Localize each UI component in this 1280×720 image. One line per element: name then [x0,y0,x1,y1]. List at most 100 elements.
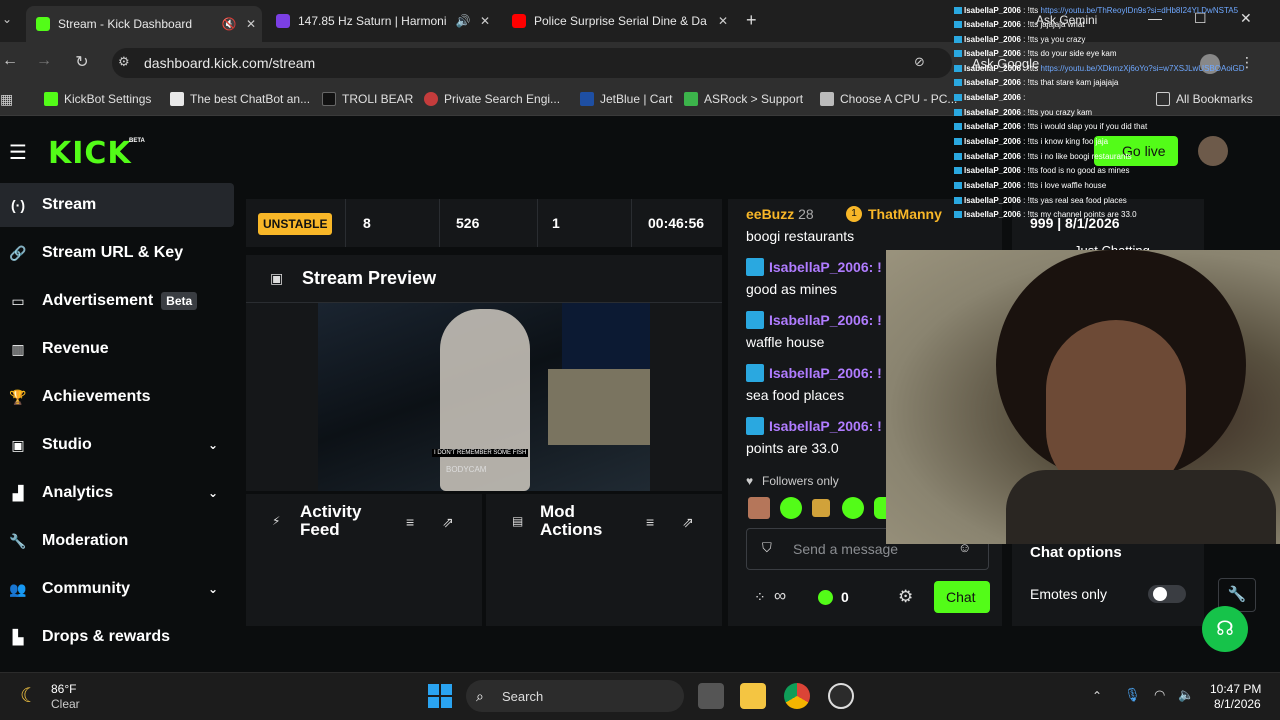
chat-username[interactable]: IsabellaP_2006: ! [746,417,882,435]
bookmark-kickbot[interactable]: KickBot Settings [44,92,151,106]
close-icon[interactable]: ✕ [712,14,734,28]
support-headset-icon[interactable]: ☊ [1202,606,1248,652]
clock-date: 8/1/2026 [1214,697,1261,711]
tab-saturn[interactable]: 147.85 Hz Saturn | Harmoni 🔊 ✕ [266,6,496,36]
ask-gemini-button[interactable]: Ask Gemini [1036,13,1097,27]
clock-time[interactable]: 10:47 PM [1210,682,1261,696]
weather-temp[interactable]: 86°F [51,682,76,696]
chevron-down-icon[interactable]: ⌄ [208,486,218,500]
logo-beta-badge: BETA [129,138,145,144]
chat-message-text: sea food places [746,387,845,403]
sidebar-item-stream[interactable]: (·) Stream [0,183,234,227]
tab-kick-dashboard[interactable]: Stream - Kick Dashboard 🔇 ✕ [26,6,262,42]
close-icon[interactable]: ✕ [474,14,496,28]
twitch-badge-icon [954,138,962,146]
kick-logo[interactable]: KICK [48,136,132,171]
top-user-2[interactable]: ThatManny [868,206,942,222]
chevron-up-icon[interactable]: ⌃ [1092,689,1102,703]
forward-icon[interactable]: → [34,52,54,70]
reload-icon[interactable]: ↻ [72,52,92,72]
speaker-icon[interactable]: 🔊 [452,14,474,28]
twitch-badge-icon [954,109,962,117]
new-tab-icon[interactable]: + [746,10,757,31]
emote-icon[interactable] [780,497,802,519]
settings-gear-icon[interactable]: ⚙ [898,587,913,607]
filter-icon[interactable]: ≡ [406,514,414,530]
popout-icon[interactable]: ⇗ [442,514,454,531]
stat-viewers: 8 [346,199,440,247]
sidebar-item-stream-url-key[interactable]: 🔗 Stream URL & Key [0,231,234,275]
wifi-icon[interactable]: ◠ [1154,687,1165,703]
analytics-icon: ▟ [12,484,24,501]
windows-start-icon[interactable] [428,684,452,708]
bookmark-chatbot[interactable]: The best ChatBot an... [170,92,310,106]
chat-username[interactable]: IsabellaP_2006: ! [746,364,882,382]
url-text[interactable]: dashboard.kick.com/stream [144,55,315,71]
emote-icon[interactable] [842,497,864,519]
sidebar-item-moderation[interactable]: 🔧 Moderation [0,519,234,563]
sidebar-item-achievements[interactable]: 🏆 Achievements [0,375,234,419]
tab-police[interactable]: Police Surprise Serial Dine & Da ✕ [502,6,734,36]
overlay-chat-line: IsabellaP_2006 : !tts you crazy kam [954,108,1092,117]
overlay-chat-line: IsabellaP_2006 : !tts yas real sea food … [954,196,1127,205]
overlay-chat-line: IsabellaP_2006 : !tts ya you crazy [954,35,1085,44]
followers-only-label: Followers only [762,474,839,488]
chat-username[interactable]: IsabellaP_2006: ! [746,311,882,329]
chevron-down-icon[interactable]: ⌄ [208,438,218,452]
volume-icon[interactable]: 🔈 [1178,687,1194,703]
emote-icon[interactable] [748,497,770,519]
twitch-badge-icon [954,50,962,58]
sidebar-item-drops-rewards[interactable]: ▙ Drops & rewards [0,615,234,659]
cast-off-icon[interactable]: ⊘ [914,54,925,70]
chevron-down-icon[interactable]: ⌄ [208,582,218,596]
apps-icon[interactable]: ▦ [0,91,13,108]
bookmark-asrock[interactable]: ASRock > Support [684,92,803,106]
chrome-icon[interactable] [784,683,810,709]
filter-icon[interactable]: ≡ [646,514,654,530]
sidebar-item-analytics[interactable]: ▟ Analytics ⌄ [0,471,234,515]
obs-icon[interactable] [828,683,854,709]
sidebar-item-community[interactable]: 👥 Community ⌄ [0,567,234,611]
hamburger-menu-icon[interactable]: ☰ [9,140,27,165]
overlay-chat-line: IsabellaP_2006 : !tts my channel points … [954,210,1137,219]
emote-icon[interactable] [874,497,886,519]
sidebar-item-advertisement[interactable]: ▭ Advertisement Beta [0,279,234,323]
top-user-1[interactable]: eeBuzz 28 [746,206,814,222]
bookmark-choose-cpu[interactable]: Choose A CPU - PC... [820,92,957,106]
chat-username[interactable]: IsabellaP_2006: ! [746,258,882,276]
emote-icon[interactable] [812,499,830,517]
taskbar-search[interactable] [466,680,684,712]
site-info-icon[interactable]: ⚙ [118,54,130,70]
jetblue-icon [580,92,594,106]
mute-icon[interactable]: 🔇 [218,17,240,31]
twitch-badge-icon [954,79,962,87]
sidebar-item-revenue[interactable]: ▥ Revenue [0,327,234,371]
chart-icon: ▥ [11,340,25,357]
close-icon[interactable]: ✕ [240,17,262,31]
emote-bar [746,497,886,519]
kick-favicon [36,17,50,31]
twitch-badge-icon [954,197,962,205]
shield-icon: ⛉ [762,540,772,555]
asrock-icon [684,92,698,106]
twitch-badge-icon [954,182,962,190]
overlay-chat-line: IsabellaP_2006 : [954,93,1025,102]
tab-search-icon[interactable]: ⌄ [2,12,12,26]
bookmark-jetblue[interactable]: JetBlue | Cart [580,92,672,106]
stream-preview-video[interactable]: I DON'T REMEMBER SOME FISH BODYCAM [318,303,650,491]
private-search-icon [424,92,438,106]
chat-options-title: Chat options [1030,544,1122,561]
bookmark-private-search[interactable]: Private Search Engi... [424,92,560,106]
microphone-icon[interactable]: 🎙 [1124,687,1141,703]
drops-icon: ▙ [12,628,24,645]
saturn-favicon [276,14,290,28]
viewers-dots-icon: ⁘ [754,589,766,605]
file-explorer-icon[interactable] [740,683,766,709]
bookmark-troli-bear[interactable]: TROLI BEAR [322,92,413,106]
twitch-badge-icon [954,7,962,15]
popout-icon[interactable]: ⇗ [682,514,694,531]
back-icon[interactable]: ← [0,52,20,70]
task-view-icon[interactable] [698,683,724,709]
sidebar: (·) Stream 🔗 Stream URL & Key ▭ Advertiseme… [0,183,236,673]
sidebar-item-studio[interactable]: ▣ Studio ⌄ [0,423,234,467]
